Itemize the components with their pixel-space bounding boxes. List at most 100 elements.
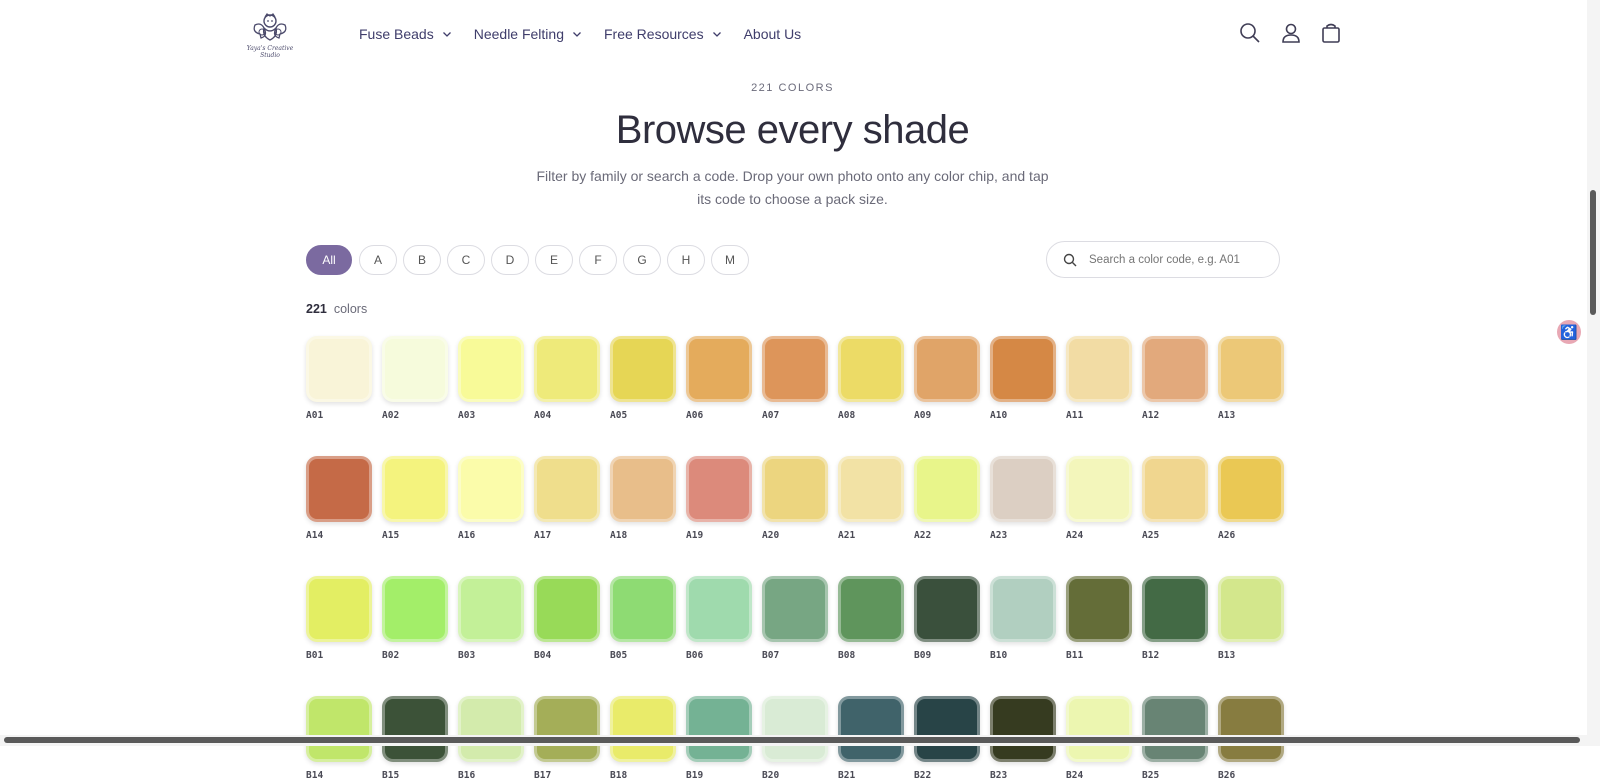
color-chip[interactable]: A17 <box>534 456 600 541</box>
color-code-link[interactable]: B17 <box>534 770 600 781</box>
color-code-link[interactable]: A01 <box>306 410 372 421</box>
color-code-link[interactable]: A13 <box>1218 410 1284 421</box>
color-chip[interactable]: A15 <box>382 456 448 541</box>
color-swatch[interactable] <box>306 336 372 402</box>
color-code-link[interactable]: A03 <box>458 410 524 421</box>
color-code-link[interactable]: A12 <box>1142 410 1208 421</box>
color-chip[interactable]: B08 <box>838 576 904 661</box>
color-code-link[interactable]: A14 <box>306 530 372 541</box>
color-swatch[interactable] <box>1066 336 1132 402</box>
filter-pill-c[interactable]: C <box>447 245 485 275</box>
color-swatch[interactable] <box>1218 456 1284 522</box>
color-code-link[interactable]: A26 <box>1218 530 1284 541</box>
color-code-link[interactable]: B14 <box>306 770 372 781</box>
nav-about-us[interactable]: About Us <box>744 22 802 46</box>
color-chip[interactable]: B05 <box>610 576 676 661</box>
color-chip[interactable]: B11 <box>1066 576 1132 661</box>
color-code-link[interactable]: B10 <box>990 650 1056 661</box>
color-chip[interactable]: A12 <box>1142 336 1208 421</box>
color-chip[interactable]: A21 <box>838 456 904 541</box>
vertical-scroll-thumb[interactable] <box>1590 190 1596 315</box>
color-chip[interactable]: A05 <box>610 336 676 421</box>
site-logo[interactable]: Yaya's Creative Studio <box>236 12 304 59</box>
color-chip[interactable]: B01 <box>306 576 372 661</box>
color-swatch[interactable] <box>534 576 600 642</box>
color-swatch[interactable] <box>1142 456 1208 522</box>
color-chip[interactable]: B09 <box>914 576 980 661</box>
color-swatch[interactable] <box>1066 576 1132 642</box>
color-code-link[interactable]: A23 <box>990 530 1056 541</box>
search-icon[interactable] <box>1237 20 1263 46</box>
color-code-link[interactable]: A15 <box>382 530 448 541</box>
color-swatch[interactable] <box>914 576 980 642</box>
color-code-link[interactable]: A22 <box>914 530 980 541</box>
filter-pill-m[interactable]: M <box>711 245 749 275</box>
color-swatch[interactable] <box>610 456 676 522</box>
color-chip[interactable]: A20 <box>762 456 828 541</box>
color-code-link[interactable]: A04 <box>534 410 600 421</box>
color-chip[interactable]: A24 <box>1066 456 1132 541</box>
color-code-link[interactable]: A07 <box>762 410 828 421</box>
color-chip[interactable]: A10 <box>990 336 1056 421</box>
filter-pill-b[interactable]: B <box>403 245 441 275</box>
color-swatch[interactable] <box>838 696 904 762</box>
color-code-link[interactable]: B20 <box>762 770 828 781</box>
color-code-link[interactable]: B03 <box>458 650 524 661</box>
color-chip[interactable]: A13 <box>1218 336 1284 421</box>
color-chip[interactable]: A14 <box>306 456 372 541</box>
color-chip[interactable]: A07 <box>762 336 828 421</box>
color-swatch[interactable] <box>762 456 828 522</box>
color-chip[interactable]: A01 <box>306 336 372 421</box>
color-swatch[interactable] <box>306 696 372 762</box>
filter-pill-g[interactable]: G <box>623 245 661 275</box>
color-swatch[interactable] <box>762 576 828 642</box>
color-code-link[interactable]: B13 <box>1218 650 1284 661</box>
account-icon[interactable] <box>1278 20 1304 46</box>
color-chip[interactable]: A11 <box>1066 336 1132 421</box>
color-code-link[interactable]: A05 <box>610 410 676 421</box>
color-code-link[interactable]: B25 <box>1142 770 1208 781</box>
color-code-link[interactable]: B06 <box>686 650 752 661</box>
color-code-link[interactable]: A20 <box>762 530 828 541</box>
color-swatch[interactable] <box>1218 576 1284 642</box>
color-swatch[interactable] <box>990 336 1056 402</box>
color-chip[interactable]: A25 <box>1142 456 1208 541</box>
filter-pill-h[interactable]: H <box>667 245 705 275</box>
color-swatch[interactable] <box>990 576 1056 642</box>
color-swatch[interactable] <box>382 576 448 642</box>
color-swatch[interactable] <box>610 696 676 762</box>
color-code-link[interactable]: A06 <box>686 410 752 421</box>
color-swatch[interactable] <box>458 456 524 522</box>
color-code-link[interactable]: A02 <box>382 410 448 421</box>
color-swatch[interactable] <box>1066 456 1132 522</box>
horizontal-scrollbar[interactable] <box>0 735 1587 746</box>
color-code-link[interactable]: B11 <box>1066 650 1132 661</box>
horizontal-scroll-thumb[interactable] <box>4 737 1580 743</box>
color-swatch[interactable] <box>458 696 524 762</box>
color-chip[interactable]: A26 <box>1218 456 1284 541</box>
color-code-link[interactable]: A11 <box>1066 410 1132 421</box>
color-swatch[interactable] <box>762 336 828 402</box>
color-swatch[interactable] <box>306 576 372 642</box>
color-swatch[interactable] <box>914 696 980 762</box>
color-swatch[interactable] <box>686 576 752 642</box>
color-chip[interactable]: A02 <box>382 336 448 421</box>
color-code-link[interactable]: B23 <box>990 770 1056 781</box>
color-swatch[interactable] <box>610 576 676 642</box>
color-swatch[interactable] <box>686 336 752 402</box>
color-code-link[interactable]: B02 <box>382 650 448 661</box>
nav-needle-felting[interactable]: Needle Felting <box>474 22 582 46</box>
color-code-link[interactable]: B24 <box>1066 770 1132 781</box>
color-swatch[interactable] <box>914 336 980 402</box>
cart-icon[interactable] <box>1318 20 1344 46</box>
color-chip[interactable]: B04 <box>534 576 600 661</box>
color-code-link[interactable]: B19 <box>686 770 752 781</box>
color-swatch[interactable] <box>534 336 600 402</box>
color-chip[interactable]: A23 <box>990 456 1056 541</box>
color-code-link[interactable]: B01 <box>306 650 372 661</box>
filter-pill-all[interactable]: All <box>306 245 352 275</box>
color-code-link[interactable]: B05 <box>610 650 676 661</box>
color-code-link[interactable]: B08 <box>838 650 904 661</box>
color-swatch[interactable] <box>382 336 448 402</box>
color-code-link[interactable]: A18 <box>610 530 676 541</box>
